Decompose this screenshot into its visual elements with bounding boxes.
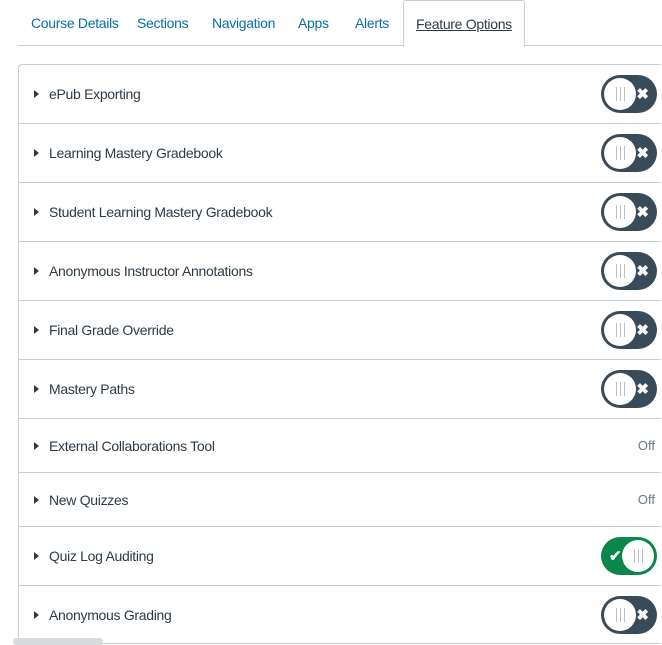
feature-row[interactable]: Quiz Log Auditing ✔ — [19, 526, 661, 585]
toggle-knob[interactable] — [604, 196, 636, 228]
feature-name: Anonymous Grading — [49, 606, 172, 623]
feature-row[interactable]: Student Learning Mastery Gradebook ✖ — [19, 182, 661, 241]
feature-row[interactable]: Mastery Paths ✖ — [19, 359, 661, 418]
feature-toggle-off[interactable]: ✖ — [601, 370, 657, 408]
feature-toggle-off[interactable]: ✖ — [601, 134, 657, 172]
feature-row[interactable]: Anonymous Grading ✖ — [19, 585, 661, 643]
feature-row[interactable]: External Collaborations Tool Off — [19, 418, 661, 472]
x-icon: ✖ — [636, 145, 649, 162]
tab-sections[interactable]: Sections — [137, 0, 189, 46]
caret-right-icon[interactable] — [34, 326, 39, 334]
grip-icon — [615, 382, 625, 396]
feature-toggle-off[interactable]: ✖ — [601, 252, 657, 290]
feature-state-text: Off — [637, 492, 655, 507]
x-icon: ✖ — [636, 606, 649, 624]
grip-icon — [615, 87, 625, 101]
caret-right-icon[interactable] — [34, 90, 39, 98]
tab-feature-options-label: Feature Options — [416, 16, 512, 32]
settings-tabs: Course Details Sections Navigation Apps … — [0, 0, 662, 47]
feature-row[interactable]: Learning Mastery Gradebook ✖ — [19, 123, 661, 182]
grip-icon — [615, 323, 625, 337]
caret-right-icon[interactable] — [34, 610, 39, 619]
checkmark-icon: ✔ — [609, 548, 622, 565]
caret-right-icon[interactable] — [34, 208, 39, 216]
tab-navigation[interactable]: Navigation — [212, 0, 275, 46]
toggle-knob[interactable] — [622, 540, 654, 572]
toggle-knob[interactable] — [604, 314, 636, 346]
x-icon: ✖ — [636, 263, 649, 280]
feature-toggle-on[interactable]: ✔ — [601, 537, 657, 575]
feature-toggle-off[interactable]: ✖ — [601, 595, 657, 634]
x-icon: ✖ — [636, 204, 649, 221]
x-icon: ✖ — [636, 86, 649, 103]
feature-row[interactable]: ePub Exporting ✖ — [19, 65, 661, 123]
caret-right-icon[interactable] — [34, 385, 39, 393]
feature-options-list: ePub Exporting ✖ Learning Mastery Gradeboo… — [18, 64, 661, 644]
feature-row[interactable]: New Quizzes Off — [19, 472, 661, 526]
grip-icon — [615, 607, 625, 622]
tab-apps[interactable]: Apps — [298, 0, 329, 46]
horizontal-scrollbar[interactable] — [13, 638, 103, 645]
toggle-knob[interactable] — [604, 255, 636, 287]
grip-icon — [633, 549, 643, 563]
caret-right-icon[interactable] — [34, 149, 39, 157]
caret-right-icon[interactable] — [34, 495, 39, 504]
feature-row[interactable]: Anonymous Instructor Annotations ✖ — [19, 241, 661, 300]
tab-alerts[interactable]: Alerts — [355, 0, 389, 46]
feature-name: Learning Mastery Gradebook — [49, 145, 223, 161]
feature-state-text: Off — [637, 438, 655, 453]
x-icon: ✖ — [636, 381, 649, 398]
toggle-knob[interactable] — [604, 598, 636, 631]
grip-icon — [615, 146, 625, 160]
feature-name: Mastery Paths — [49, 381, 135, 397]
toggle-knob[interactable] — [604, 78, 636, 110]
feature-name: External Collaborations Tool — [49, 437, 215, 454]
x-icon: ✖ — [636, 322, 649, 339]
feature-name: ePub Exporting — [49, 86, 141, 102]
feature-name: Anonymous Instructor Annotations — [49, 263, 253, 279]
feature-toggle-off[interactable]: ✖ — [601, 311, 657, 349]
feature-toggle-off[interactable]: ✖ — [601, 193, 657, 231]
grip-icon — [615, 205, 625, 219]
caret-right-icon[interactable] — [34, 552, 39, 560]
grip-icon — [615, 264, 625, 278]
tab-course-details[interactable]: Course Details — [31, 0, 119, 46]
tab-feature-options[interactable]: Feature Options — [403, 0, 525, 47]
feature-name: Quiz Log Auditing — [49, 548, 154, 564]
toggle-knob[interactable] — [604, 373, 636, 405]
caret-right-icon[interactable] — [34, 267, 39, 275]
toggle-knob[interactable] — [604, 137, 636, 169]
feature-name: New Quizzes — [49, 491, 129, 508]
caret-right-icon[interactable] — [34, 441, 39, 450]
feature-toggle-off[interactable]: ✖ — [601, 75, 657, 113]
feature-name: Student Learning Mastery Gradebook — [49, 204, 273, 220]
feature-row[interactable]: Final Grade Override ✖ — [19, 300, 661, 359]
feature-name: Final Grade Override — [49, 322, 174, 338]
